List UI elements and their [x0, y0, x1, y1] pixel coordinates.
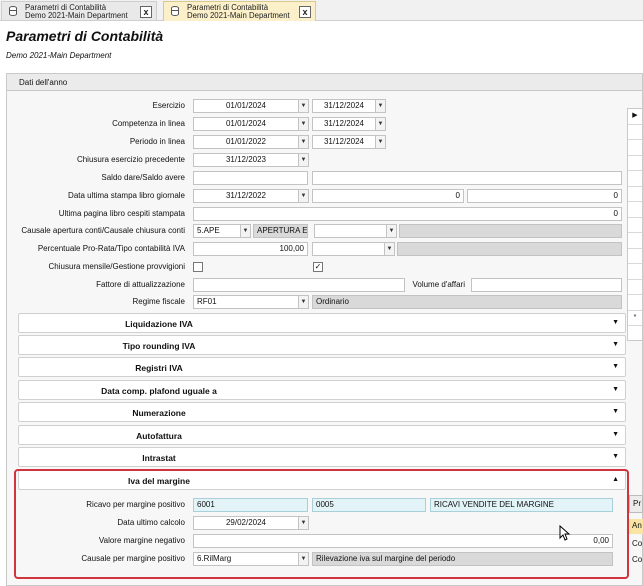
tipo-contabilita-desc	[397, 242, 622, 256]
section-title: Autofattura	[136, 431, 182, 441]
dropdown-arrow-icon[interactable]: ▼	[298, 135, 309, 149]
close-icon[interactable]: x	[140, 6, 152, 18]
new-row-icon[interactable]: *	[628, 311, 642, 326]
section-liquidazione-iva[interactable]: Liquidazione IVA ▼	[18, 313, 626, 333]
periodo-from-field[interactable]: 01/01/2022	[193, 135, 299, 149]
chevron-down-icon: ▼	[612, 386, 619, 393]
saldo-label: Saldo dare/Saldo avere	[101, 173, 185, 182]
section-title: Intrastat	[142, 453, 176, 463]
section-plafond[interactable]: Data comp. plafond uguale a ▼	[18, 380, 626, 400]
section-tipo-rounding[interactable]: Tipo rounding IVA ▼	[18, 335, 626, 355]
esercizio-from-field[interactable]: 01/01/2024	[193, 99, 299, 113]
database-icon	[171, 6, 179, 16]
tab-bar: Parametri di Contabilità Demo 2021-Main …	[0, 0, 643, 21]
side-item[interactable]: Co	[629, 537, 643, 552]
esercizio-label: Esercizio	[152, 101, 185, 110]
section-title: Tipo rounding IVA	[122, 341, 196, 351]
chiusura-label: Chiusura esercizio precedente	[76, 155, 185, 164]
side-item[interactable]: An	[629, 519, 643, 534]
dropdown-arrow-icon[interactable]: ▼	[298, 117, 309, 131]
scroll-arrow-icon[interactable]: ▶	[628, 109, 642, 125]
causale-chiusura-desc	[399, 224, 622, 238]
dropdown-arrow-icon[interactable]: ▼	[240, 224, 251, 238]
side-button[interactable]: Pr	[629, 495, 643, 513]
prorata-field[interactable]: 100,00	[193, 242, 308, 256]
tipo-contabilita-field[interactable]	[312, 242, 385, 256]
causale-chiusura-field[interactable]	[314, 224, 387, 238]
dropdown-arrow-icon[interactable]: ▼	[386, 224, 397, 238]
competenza-from-field[interactable]: 01/01/2024	[193, 117, 299, 131]
chevron-down-icon: ▼	[612, 408, 619, 415]
dropdown-arrow-icon[interactable]: ▼	[298, 99, 309, 113]
tab-subtitle: Demo 2021-Main Department	[25, 11, 128, 20]
stampa-value2-field[interactable]: 0	[467, 189, 622, 203]
cespiti-field[interactable]: 0	[193, 207, 622, 221]
section-autofattura[interactable]: Autofattura ▼	[18, 425, 626, 445]
section-title: Registri IVA	[135, 363, 183, 373]
causale-desc-field: APERTURA ES	[253, 224, 308, 238]
tab-parametri-1[interactable]: Parametri di Contabilità Demo 2021-Main …	[1, 1, 157, 21]
dropdown-arrow-icon[interactable]: ▼	[375, 135, 386, 149]
fattore-field[interactable]	[193, 278, 405, 292]
tab-subtitle: Demo 2021-Main Department	[187, 11, 290, 20]
section-title: Numerazione	[132, 408, 186, 418]
dropdown-arrow-icon[interactable]: ▼	[298, 153, 309, 167]
side-item[interactable]: Co	[629, 553, 643, 568]
saldo-dare-field[interactable]	[193, 171, 308, 185]
close-icon[interactable]: x	[299, 6, 311, 18]
causale-code-field[interactable]: 5.APE	[193, 224, 241, 238]
side-grid[interactable]: ▶ *	[627, 108, 643, 341]
cespiti-label: Ultima pagina libro cespiti stampata	[58, 209, 185, 218]
chevron-down-icon: ▼	[612, 453, 619, 460]
periodo-to-field[interactable]: 31/12/2024	[312, 135, 376, 149]
dropdown-arrow-icon[interactable]: ▼	[375, 99, 386, 113]
mensile-label: Chiusura mensile/Gestione provvigioni	[48, 262, 185, 271]
highlight-box	[14, 469, 629, 579]
fattore-label: Fattore di attualizzazione	[96, 280, 185, 289]
section-numerazione[interactable]: Numerazione ▼	[18, 402, 626, 422]
tab-parametri-2[interactable]: Parametri di Contabilità Demo 2021-Main …	[163, 1, 316, 21]
competenza-label: Competenza in linea	[112, 119, 185, 128]
volume-field[interactable]	[471, 278, 622, 292]
chevron-down-icon: ▼	[612, 431, 619, 438]
section-title: Liquidazione IVA	[125, 319, 193, 329]
database-icon	[9, 6, 17, 16]
chiusura-field[interactable]: 31/12/2023	[193, 153, 299, 167]
page-subtitle: Demo 2021-Main Department	[6, 51, 112, 60]
causale-label: Causale apertura conti/Causale chiusura …	[21, 226, 185, 235]
competenza-to-field[interactable]: 31/12/2024	[312, 117, 376, 131]
chevron-down-icon: ▼	[612, 341, 619, 348]
section-intrastat[interactable]: Intrastat ▼	[18, 447, 626, 467]
cursor-icon	[559, 525, 571, 541]
regime-desc-field: Ordinario	[312, 295, 622, 309]
chevron-down-icon: ▼	[612, 363, 619, 370]
stampa-label: Data ultima stampa libro giornale	[68, 191, 185, 200]
section-title: Data comp. plafond uguale a	[101, 386, 217, 396]
periodo-label: Periodo in linea	[129, 137, 185, 146]
dropdown-arrow-icon[interactable]: ▼	[384, 242, 395, 256]
volume-label: Volume d'affari	[412, 280, 465, 289]
section-registri-iva[interactable]: Registri IVA ▼	[18, 357, 626, 377]
prorata-label: Percentuale Pro-Rata/Tipo contabilità IV…	[37, 244, 185, 253]
stampa-value1-field[interactable]: 0	[312, 189, 464, 203]
stampa-date-field[interactable]: 31/12/2022	[193, 189, 299, 203]
dropdown-arrow-icon[interactable]: ▼	[298, 295, 309, 309]
chiusura-mensile-checkbox[interactable]	[193, 262, 203, 272]
gestione-provvigioni-checkbox[interactable]: ✓	[313, 262, 323, 272]
panel-header: Dati dell'anno	[6, 73, 643, 91]
page-title: Parametri di Contabilità	[6, 28, 164, 44]
dropdown-arrow-icon[interactable]: ▼	[298, 189, 309, 203]
regime-code-field[interactable]: RF01	[193, 295, 299, 309]
dropdown-arrow-icon[interactable]: ▼	[375, 117, 386, 131]
saldo-avere-field[interactable]	[312, 171, 622, 185]
regime-label: Regime fiscale	[132, 297, 185, 306]
chevron-down-icon: ▼	[612, 319, 619, 326]
esercizio-to-field[interactable]: 31/12/2024	[312, 99, 376, 113]
